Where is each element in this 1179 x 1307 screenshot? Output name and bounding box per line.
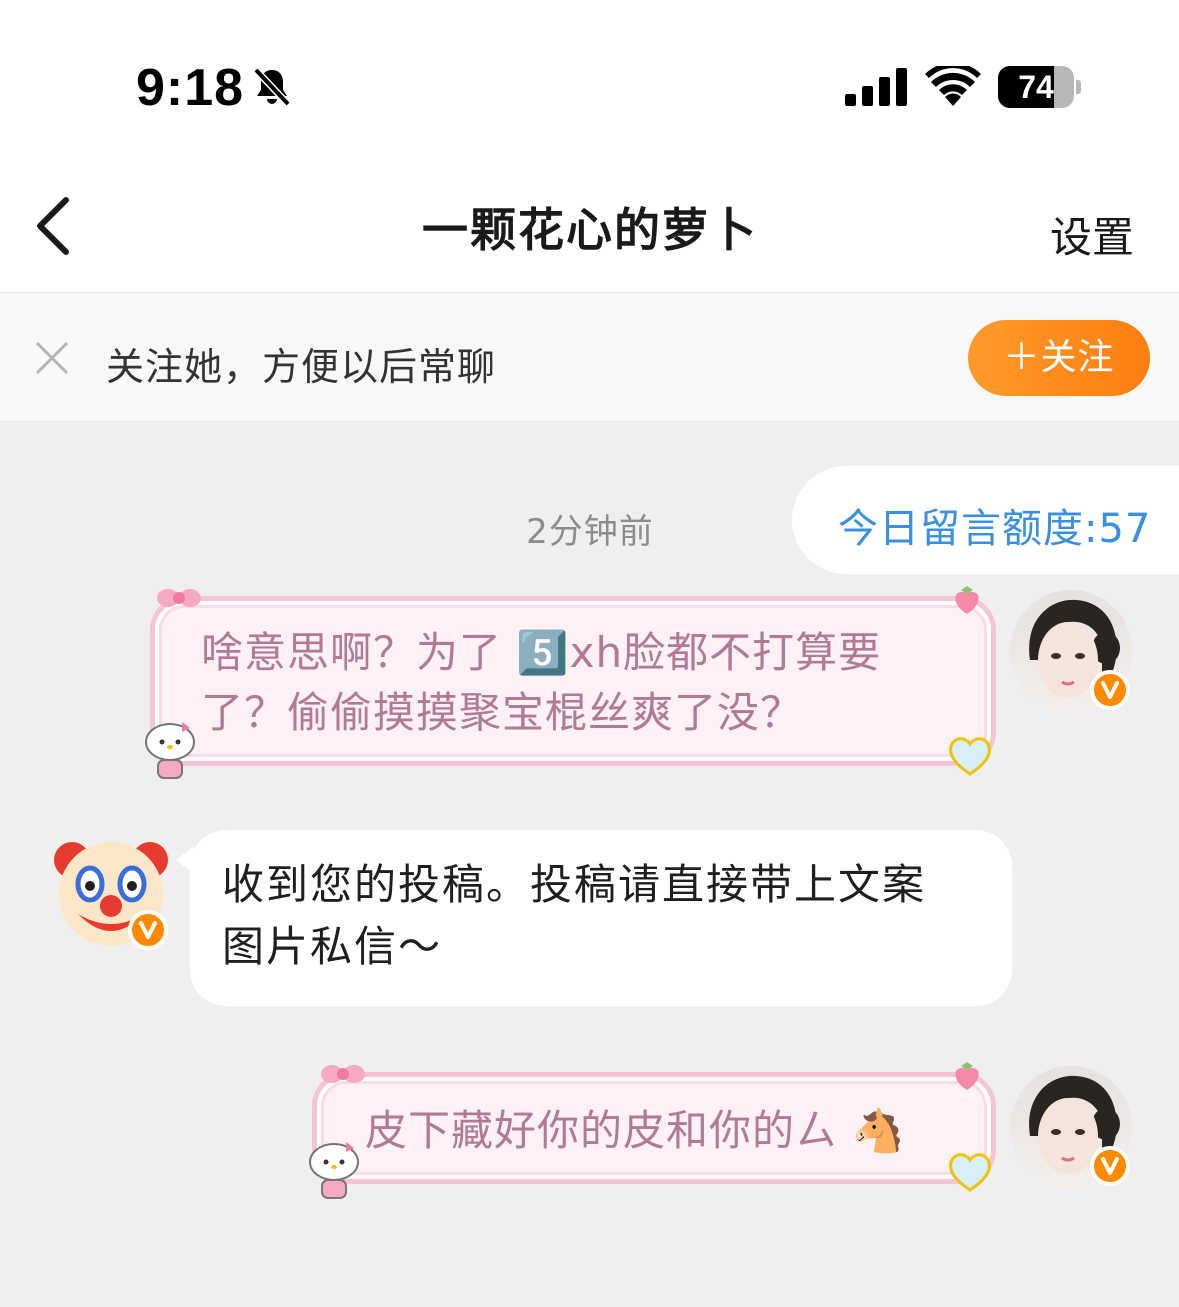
sent-message-text: 啥意思啊？为了 5️⃣xh脸都不打算要 了？偷偷摸摸聚宝棍丝爽了没？ [201, 628, 882, 737]
battery-level: 74 [1018, 69, 1054, 105]
kitty-decoration-icon [145, 722, 195, 779]
follow-button[interactable]: ＋关注 [968, 320, 1150, 396]
verified-badge-icon [1090, 670, 1130, 710]
close-icon[interactable] [34, 340, 70, 376]
status-time: 9:18 [136, 59, 245, 117]
received-message-text: 收到您的投稿。投稿请直接带上文案图片私信～ [222, 860, 927, 971]
horse-emoji: 🐴 [852, 1106, 906, 1155]
status-bar: 9:18 74 [0, 0, 1179, 160]
heart-charm-decoration-icon [949, 737, 991, 776]
page-title: 一颗花心的萝卜 [422, 203, 758, 257]
message-quota-text: 今日留言额度:57 [838, 506, 1152, 552]
verified-badge-icon [128, 910, 168, 950]
heart-charm-decoration-icon [949, 1153, 991, 1192]
nav-bar: 一颗花心的萝卜 设置 [0, 160, 1179, 293]
bottom-edge [0, 1300, 1179, 1307]
message-quota-pill: 今日留言额度:57 [792, 466, 1179, 574]
follow-prompt-text: 关注她，方便以后常聊 [106, 345, 497, 389]
follow-banner: 关注她，方便以后常聊 ＋关注 [0, 294, 1179, 422]
strawberry-decoration-icon [955, 586, 979, 614]
received-message-bubble[interactable]: 收到您的投稿。投稿请直接带上文案图片私信～ [190, 830, 1012, 1006]
signal-icon [845, 68, 907, 106]
bow-decoration-icon [157, 589, 201, 607]
chevron-left-icon[interactable] [30, 194, 80, 258]
message-timestamp: 2分钟前 [526, 512, 654, 552]
bell-muted-icon [253, 67, 291, 107]
bow-decoration-icon [321, 1065, 365, 1083]
verified-badge-icon [1090, 1146, 1130, 1186]
wifi-icon [925, 66, 981, 106]
sent-message-text: 皮下藏好你的皮和你的ㄙ 🐴 [365, 1106, 906, 1155]
strawberry-decoration-icon [955, 1062, 979, 1090]
keycap-five-emoji: 5️⃣ [516, 628, 570, 677]
kitty-decoration-icon [309, 1142, 359, 1199]
settings-button[interactable]: 设置 [1050, 204, 1134, 265]
sent-message-bubble[interactable]: 皮下藏好你的皮和你的ㄙ 🐴 [312, 1072, 996, 1184]
battery-icon: 74 [998, 66, 1082, 108]
sent-message-bubble[interactable]: 啥意思啊？为了 5️⃣xh脸都不打算要 了？偷偷摸摸聚宝棍丝爽了没？ [150, 596, 996, 766]
